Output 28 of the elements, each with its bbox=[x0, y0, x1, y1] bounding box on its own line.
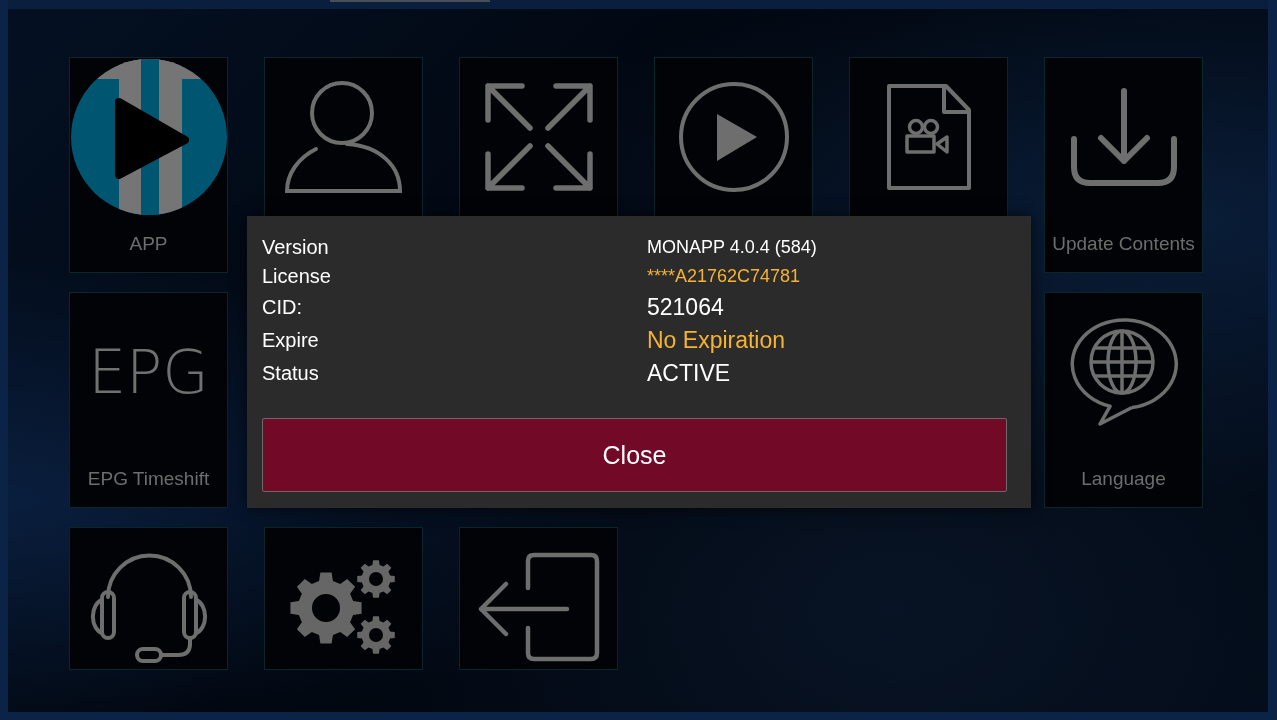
info-value: No Expiration bbox=[647, 325, 786, 354]
menu-tile[interactable] bbox=[69, 527, 228, 670]
play-circle-icon bbox=[677, 80, 790, 193]
menu-tile[interactable]: Language bbox=[1044, 292, 1203, 508]
info-label: CID: bbox=[262, 294, 303, 319]
globe-speech-bubble-icon bbox=[1069, 317, 1178, 426]
menu-tile[interactable] bbox=[264, 527, 423, 670]
info-label: Version bbox=[262, 234, 330, 259]
expand-icon bbox=[483, 81, 594, 192]
info-label: License bbox=[262, 263, 332, 288]
play-logo-icon bbox=[70, 58, 227, 215]
exit-icon bbox=[477, 551, 600, 662]
info-value: ****A21762C74781 bbox=[647, 264, 801, 287]
menu-tile[interactable] bbox=[459, 527, 618, 670]
menu-tile[interactable]: Update Contents bbox=[1044, 57, 1203, 273]
close-button[interactable]: Close bbox=[262, 418, 1007, 492]
user-icon bbox=[285, 80, 402, 193]
info-label: Expire bbox=[262, 327, 320, 352]
download-icon bbox=[1069, 86, 1178, 187]
info-value: ACTIVE bbox=[647, 358, 731, 387]
info-label: Status bbox=[262, 360, 320, 385]
logo-text: EPG bbox=[88, 341, 209, 402]
info-value: 521064 bbox=[647, 292, 724, 321]
menu-tile[interactable]: EPG EPG Timeshift bbox=[69, 292, 228, 508]
info-value: MONAPP 4.0.4 (584) bbox=[647, 235, 817, 258]
menu-tile[interactable]: APP bbox=[69, 57, 228, 273]
video-file-icon bbox=[885, 82, 972, 191]
settings-gears-icon bbox=[289, 557, 398, 656]
